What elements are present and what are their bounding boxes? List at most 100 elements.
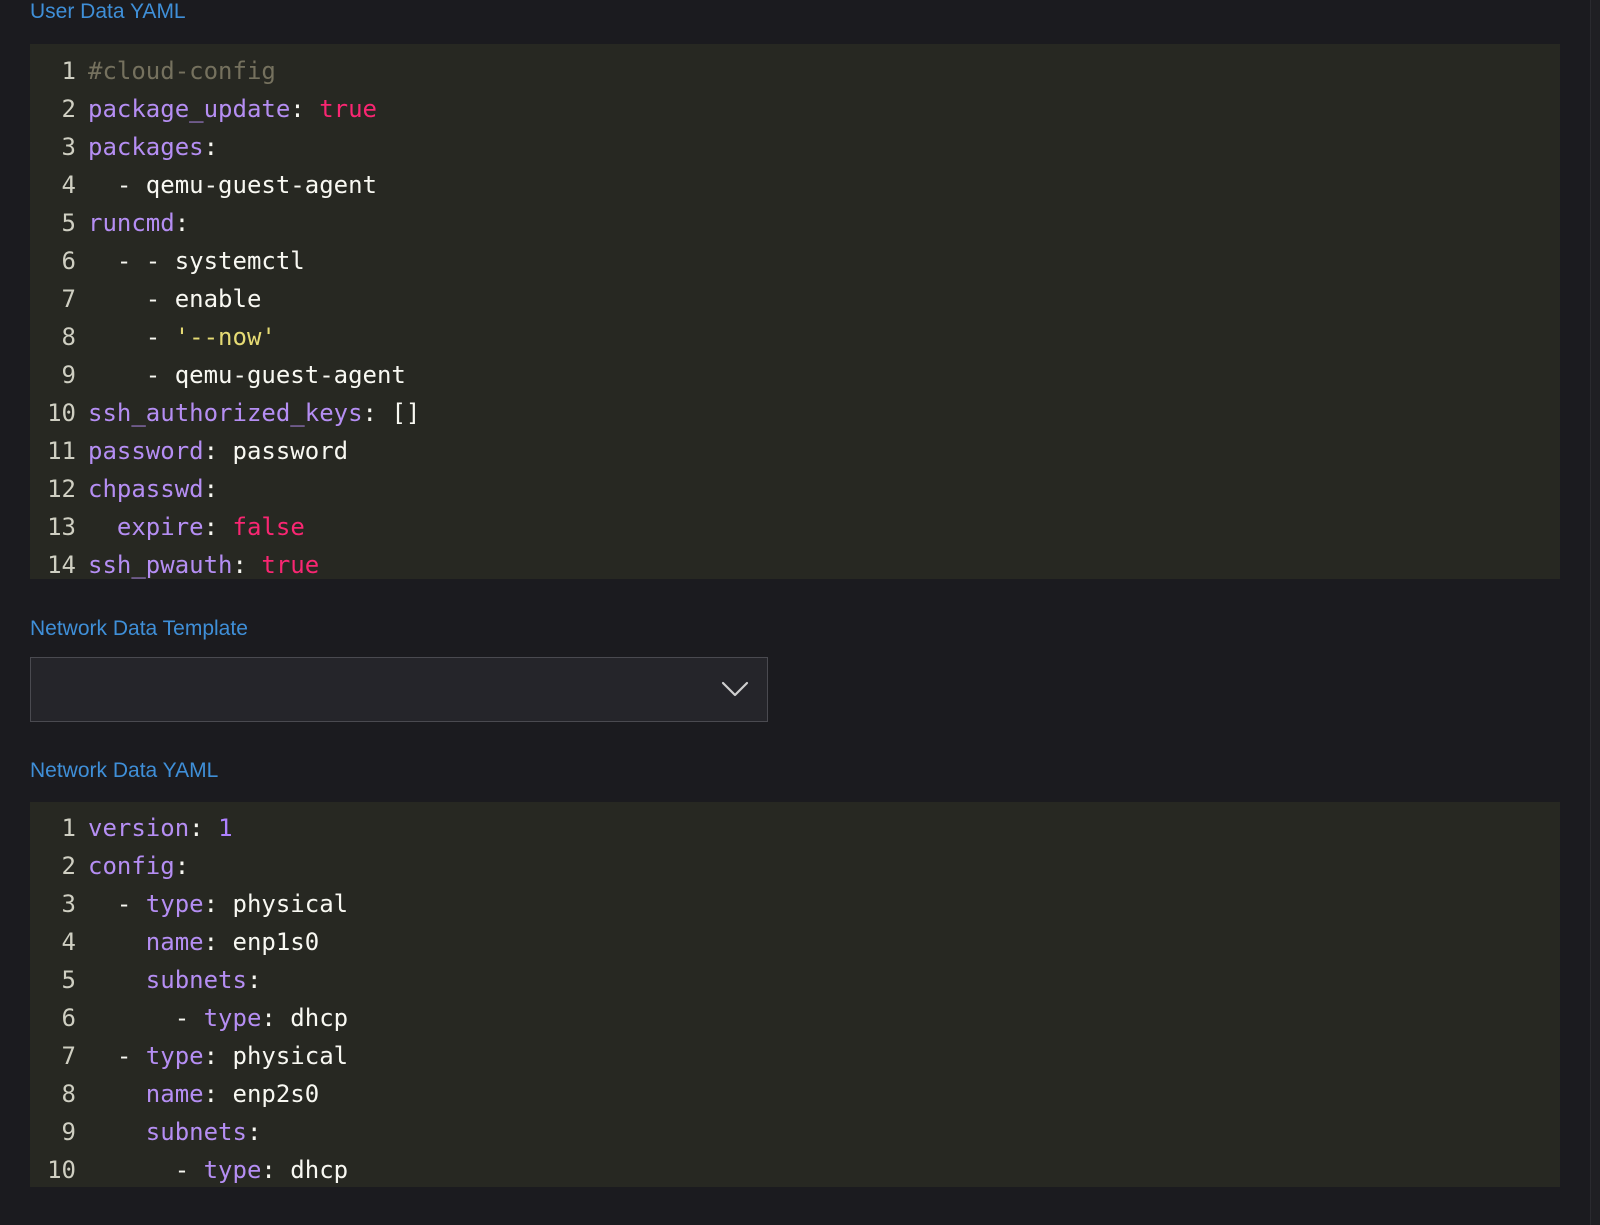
code-token: true (319, 95, 377, 123)
network-data-yaml-label: Network Data YAML (30, 759, 219, 782)
line-content: - enable (76, 280, 1560, 318)
code-token: true (261, 551, 320, 579)
code-line[interactable]: 6 - - systemctl (30, 242, 1560, 280)
code-token: false (232, 513, 305, 541)
code-line[interactable]: 8 name: enp2s0 (30, 1075, 1560, 1113)
code-line[interactable]: 2 package_update: true (30, 90, 1560, 128)
line-number: 6 (61, 1004, 76, 1032)
line-content: name: enp2s0 (76, 1075, 1560, 1113)
code-line[interactable]: 7 - type: physical (30, 1037, 1560, 1075)
code-token: subnets (145, 1118, 247, 1146)
code-token: type (203, 1156, 262, 1184)
line-content: config: (76, 847, 1560, 885)
code-line[interactable]: 13 expire: false (30, 508, 1560, 546)
line-number: 14 (47, 551, 76, 579)
code-token: : (232, 551, 262, 579)
code-line[interactable]: 5 subnets: (30, 961, 1560, 999)
page-scrollbar[interactable] (1590, 0, 1600, 1225)
code-line[interactable]: 6 - type: dhcp (30, 999, 1560, 1037)
code-token: : enp1s0 (203, 928, 320, 956)
line-content: ssh_authorized_keys: [] (76, 394, 1560, 432)
code-line[interactable]: 9 subnets: (30, 1113, 1560, 1151)
line-content: subnets: (76, 1113, 1560, 1151)
line-content: - type: physical (76, 1037, 1560, 1075)
code-token: 1 (218, 814, 233, 842)
code-line[interactable]: 3 - type: physical (30, 885, 1560, 923)
code-line[interactable]: 10 - type: dhcp (30, 1151, 1560, 1187)
line-content: version: 1 (76, 809, 1560, 847)
code-line[interactable]: 1 #cloud-config (30, 52, 1560, 90)
code-line[interactable]: 4 name: enp1s0 (30, 923, 1560, 961)
code-line[interactable]: 10 ssh_authorized_keys: [] (30, 394, 1560, 432)
code-line[interactable]: 12 chpasswd: (30, 470, 1560, 508)
code-token: : dhcp (261, 1156, 349, 1184)
code-token: : (246, 966, 262, 994)
code-token: : (246, 1118, 262, 1146)
network-data-template-select[interactable] (30, 657, 768, 722)
code-token: : password (203, 437, 349, 465)
code-token: type (145, 890, 204, 918)
line-number: 11 (47, 437, 76, 465)
line-number: 5 (61, 209, 76, 237)
code-line[interactable]: 4 - qemu-guest-agent (30, 166, 1560, 204)
line-content: - - systemctl (76, 242, 1560, 280)
code-token: - - systemctl (88, 247, 305, 275)
code-token: : (203, 133, 219, 161)
code-line[interactable]: 3 packages: (30, 128, 1560, 166)
code-line[interactable]: 2 config: (30, 847, 1560, 885)
line-number: 8 (61, 1080, 76, 1108)
user-data-yaml-label: User Data YAML (30, 0, 186, 23)
line-number: 7 (61, 1042, 76, 1070)
code-token: - (88, 323, 175, 351)
code-line[interactable]: 11 password: password (30, 432, 1560, 470)
code-token: : (203, 475, 219, 503)
line-number: 7 (61, 285, 76, 313)
code-token: subnets (145, 966, 247, 994)
code-token: runcmd (88, 209, 175, 237)
network-data-yaml-editor[interactable]: 1 version: 1 2 config: 3 - type: physical 4 n… (30, 802, 1560, 1187)
line-number: 10 (47, 399, 76, 427)
code-token: : physical (203, 890, 349, 918)
line-number: 5 (61, 966, 76, 994)
code-token: '--now' (174, 323, 276, 351)
line-number: 4 (61, 928, 76, 956)
code-token: chpasswd (88, 475, 204, 503)
code-line[interactable]: 7 - enable (30, 280, 1560, 318)
line-number: 1 (61, 814, 76, 842)
chevron-down-icon[interactable] (721, 678, 749, 700)
line-number: 8 (61, 323, 76, 351)
code-token: password (88, 437, 204, 465)
line-content: runcmd: (76, 204, 1560, 242)
code-line[interactable]: 14 ssh_pwauth: true (30, 546, 1560, 579)
line-number: 6 (61, 247, 76, 275)
code-token: : enp2s0 (203, 1080, 320, 1108)
code-token: ssh_authorized_keys (88, 399, 363, 427)
code-token: - (88, 1156, 204, 1184)
user-data-yaml-editor[interactable]: 1 #cloud-config 2 package_update: true 3 pack… (30, 44, 1560, 579)
line-number: 2 (61, 95, 76, 123)
line-number: 10 (47, 1156, 76, 1184)
line-content: chpasswd: (76, 470, 1560, 508)
code-token: name (145, 1080, 204, 1108)
code-token: : (203, 513, 233, 541)
code-token: : (189, 814, 219, 842)
code-token: : (290, 95, 320, 123)
code-token: - qemu-guest-agent (88, 171, 377, 199)
code-token: : (174, 852, 190, 880)
code-line[interactable]: 1 version: 1 (30, 809, 1560, 847)
code-token: config (88, 852, 175, 880)
line-content: - qemu-guest-agent (76, 166, 1560, 204)
line-content: - qemu-guest-agent (76, 356, 1560, 394)
code-token: #cloud-config (88, 57, 276, 85)
code-line[interactable]: 5 runcmd: (30, 204, 1560, 242)
code-line[interactable]: 9 - qemu-guest-agent (30, 356, 1560, 394)
code-line[interactable]: 8 - '--now' (30, 318, 1560, 356)
code-token: type (203, 1004, 262, 1032)
network-data-template-label: Network Data Template (30, 617, 248, 640)
line-content: - type: physical (76, 885, 1560, 923)
code-token: : dhcp (261, 1004, 349, 1032)
